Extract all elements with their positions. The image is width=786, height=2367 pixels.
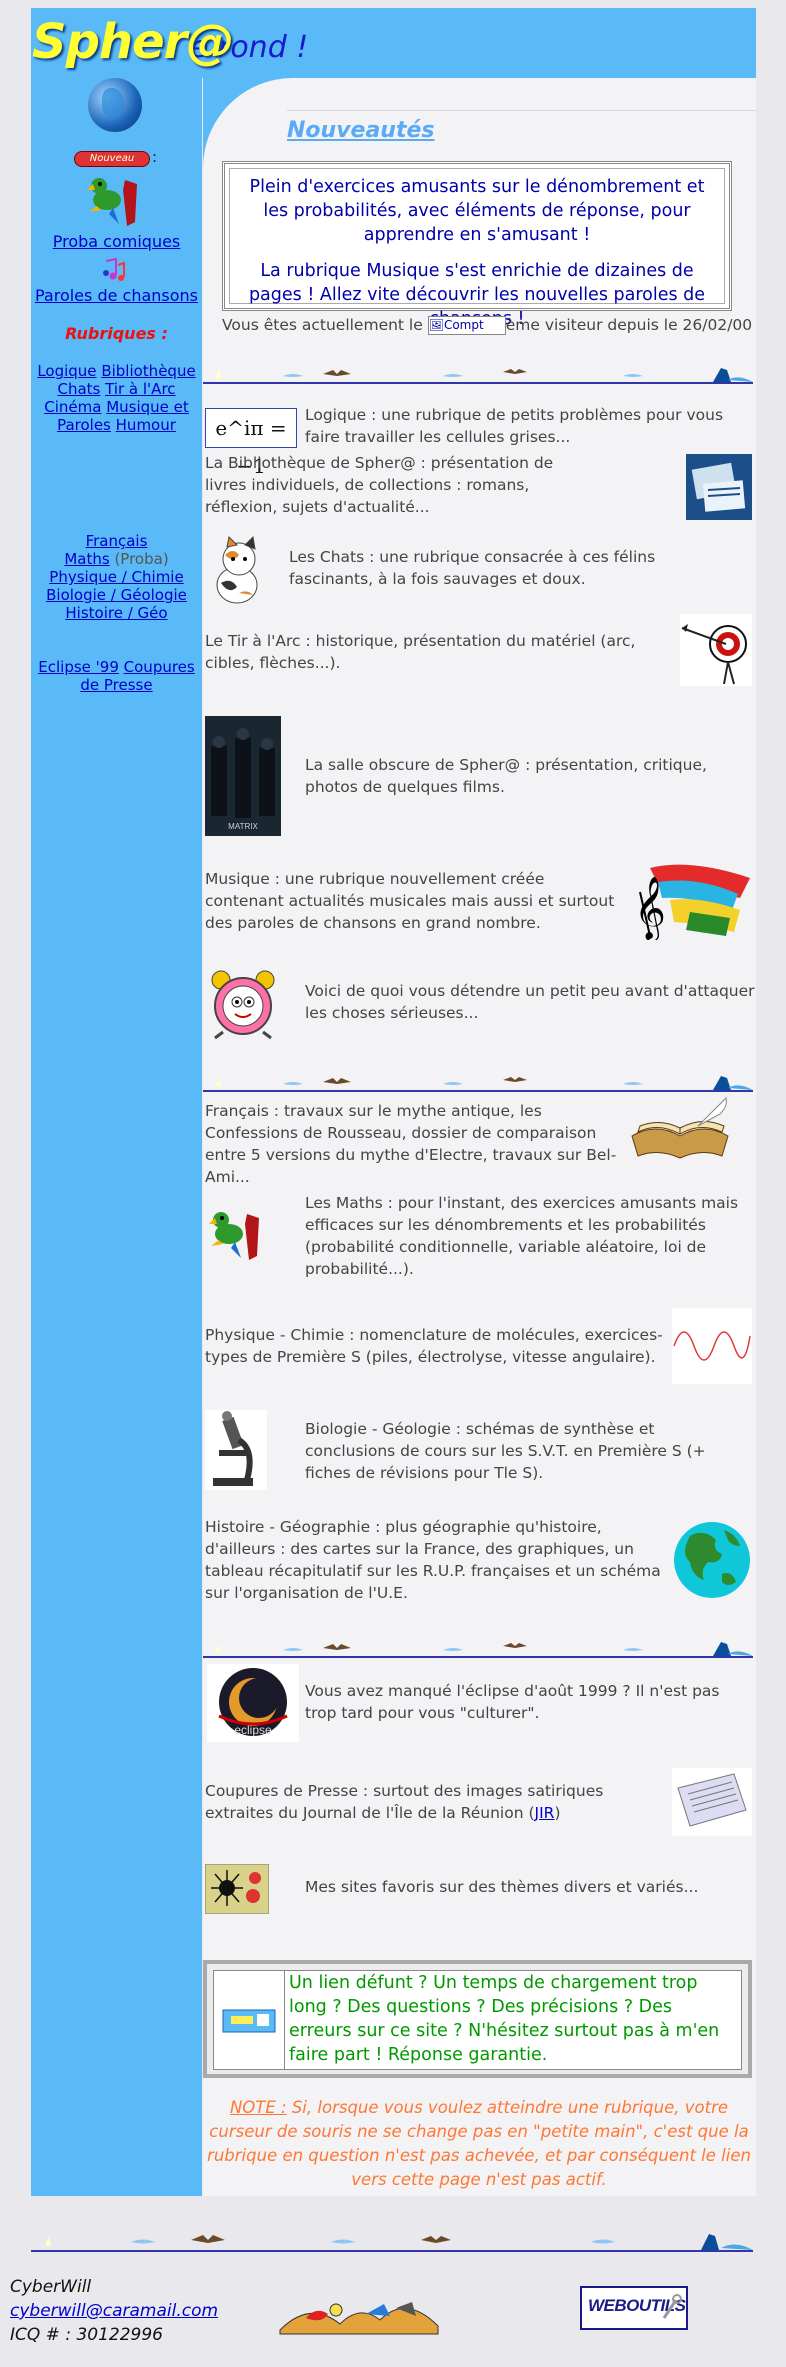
contact-row: Un lien défunt ? Un temps de chargement … [213,1970,742,2070]
archery-target-icon[interactable] [680,614,752,686]
footer-divider-birds [31,2234,753,2252]
entry-biologie: Biologie - Géologie : schémas de synthès… [305,1420,706,1482]
visitors-after: ème visiteur depuis le 26/02/00 [505,316,753,334]
entry-maths: Les Maths : pour l'instant, des exercice… [305,1194,739,1278]
footer-contact: CyberWill cyberwill@caramail.com ICQ # :… [10,2275,218,2347]
entry-chats: Les Chats : une rubrique consacrée à ces… [289,548,656,588]
new-badge: Nouveau [74,151,150,167]
sidebar-item-histoire-geo[interactable]: Histoire / Géo [65,604,167,622]
contact-box: Un lien défunt ? Un temps de chargement … [203,1960,752,2078]
rubriques-title: Rubriques : [65,324,168,343]
news-box: Plein d'exercices amusants sur le dénomb… [222,161,732,329]
note-label: NOTE : [229,2098,287,2117]
entry-histoire: Histoire - Géographie : plus géographie … [205,1518,661,1602]
svg-text:𝄞: 𝄞 [634,876,666,940]
matrix-poster-image[interactable]: MATRIX [205,716,281,836]
sidebar-item-maths-row: Maths (Proba) [31,550,202,568]
matrix-poster-title: MATRIX [228,822,258,831]
eclipse-logo-text: eclipse [234,1723,272,1737]
maths-parrot-icon[interactable] [207,1204,265,1262]
footer-decorative-image [279,2302,439,2335]
sidebar-item-logique[interactable]: Logique [37,362,96,380]
entry-physique: Physique - Chimie : nomenclature de molé… [205,1326,663,1366]
sidebar-item-tir-arc[interactable]: Tir à l'Arc [105,380,175,398]
entry-tir-arc: Le Tir à l'Arc : historique, présentatio… [205,632,636,672]
news-box-inner: Plein d'exercices amusants sur le dénomb… [229,168,725,329]
news-line-1: Plein d'exercices amusants sur le dénomb… [249,177,705,245]
alarm-clock-icon[interactable] [207,968,279,1040]
visitors-before: Vous êtes actuellement le [222,316,423,334]
entry-cinema: La salle obscure de Spher@ : présentatio… [305,756,707,796]
entry-bibliotheque: La Bibliothèque de Spher@ : présentation… [205,454,554,516]
entry-eclipse: Vous avez manqué l'éclipse d'août 1999 ?… [305,1682,720,1722]
weboutils-badge[interactable]: WEBOUTILS [580,2286,688,2330]
sidebar-item-humour[interactable]: Humour [116,416,176,434]
music-notes-icon [103,257,125,281]
logique-formula-image[interactable]: e^iπ = −1 [205,408,297,478]
footer-email-link[interactable]: cyberwill@caramail.com [10,2301,218,2321]
sidebar-item-eclipse[interactable]: Eclipse '99 [38,658,119,676]
sidebar-item-cinema[interactable]: Cinéma [44,398,101,416]
footer-author: CyberWill [10,2277,92,2297]
mailbox-icon[interactable] [221,2004,277,2036]
jir-link[interactable]: JIR [535,1804,555,1822]
sidebar-nav-group-3: Eclipse '99 Coupures de Presse [31,658,202,694]
entry-humour: Voici de quoi vous détendre un petit peu… [305,982,755,1022]
entry-francais: Français : travaux sur le mythe antique,… [205,1102,617,1186]
divider-birds-1 [203,368,753,384]
sidebar-link-proba-comiques[interactable]: Proba comiques [31,232,202,251]
earth-globe-icon[interactable] [672,1518,752,1602]
sidebar-item-physique-chimie[interactable]: Physique / Chimie [49,568,183,586]
entry-musique: Musique : une rubrique nouvellement créé… [205,870,615,932]
favorites-web-icon[interactable] [205,1864,269,1914]
open-book-quill-icon[interactable] [628,1096,732,1162]
entry-favoris: Mes sites favoris sur des thèmes divers … [305,1878,699,1896]
books-icon[interactable] [686,454,752,520]
new-colon: : [152,148,158,166]
sidebar-item-biologie-geologie[interactable]: Biologie / Géologie [46,586,187,604]
sidebar-item-francais[interactable]: Français [86,532,148,550]
tools-icon [662,2294,682,2319]
microscope-icon[interactable] [205,1410,267,1490]
sidebar-item-chats[interactable]: Chats [57,380,100,398]
parrot-icon [87,178,137,226]
sidebar-maths-note: (Proba) [114,550,169,568]
page-title: Nouveautés [287,118,435,143]
eclipse-logo-icon[interactable]: eclipse [207,1664,299,1742]
site-logo: Spher@ [32,14,234,70]
contact-text: Un lien défunt ? Un temps de chargement … [289,1973,720,2065]
note: NOTE : Si, lorsque vous voulez atteindre… [205,2096,753,2192]
sidebar-nav-group-2: Français Maths (Proba) Physique / Chimie… [31,532,202,622]
cat-icon[interactable] [207,535,271,607]
divider-birds-2 [203,1076,753,1092]
sidebar-nav-group-1: Logique Bibliothèque Chats Tir à l'Arc C… [31,362,202,434]
top-rule [287,110,756,111]
visitor-counter-line: Vous êtes actuellement le 🖼Compt ème visi… [222,316,752,335]
entry-presse-close: ) [554,1804,561,1822]
visitor-counter: 🖼Compt [427,316,506,335]
sidebar-link-paroles-chansons[interactable]: Paroles de chansons [31,286,202,305]
entry-logique: Logique : une rubrique de petits problèm… [305,406,724,446]
divider-birds-3 [203,1642,753,1658]
entry-presse: Coupures de Presse : surtout des images … [205,1780,675,1824]
music-instruments-icon[interactable]: 𝄞 [630,862,752,940]
sidebar-item-maths[interactable]: Maths [64,550,109,568]
globe-icon [88,78,142,132]
footer-icq: ICQ # : 30122996 [10,2325,163,2345]
counter-alt: Compt [443,318,484,332]
sidebar-item-bibliotheque[interactable]: Bibliothèque [101,362,195,380]
newspaper-icon[interactable] [672,1768,752,1836]
note-text: Si, lorsque vous voulez atteindre une ru… [207,2098,751,2189]
contact-icon-cell [214,1971,285,2069]
sine-wave-icon[interactable] [672,1308,752,1384]
